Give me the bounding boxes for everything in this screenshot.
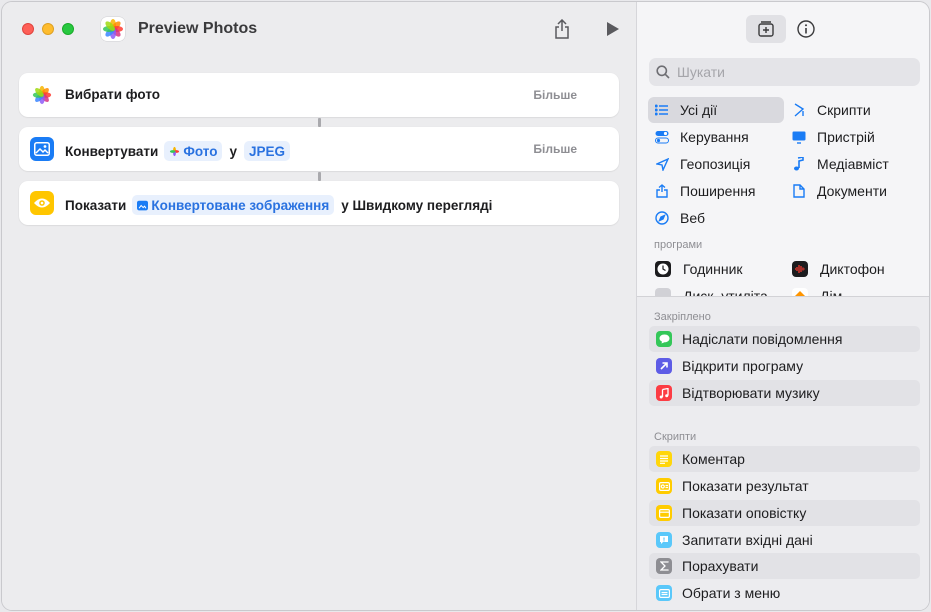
more-button[interactable]: Більше <box>533 88 577 102</box>
minimize-button[interactable] <box>42 23 54 35</box>
action-library-pane: Усі дії Скрипти Керування Пристрій Геопо… <box>636 2 929 610</box>
action-label: Конвертувати <box>65 143 159 159</box>
action-suffix: у Швидкому перегляді <box>341 197 493 213</box>
app-clock[interactable]: Годинник <box>648 257 743 281</box>
photos-icon <box>30 83 54 107</box>
app-home[interactable]: Дім <box>785 284 842 296</box>
scripting-icon <box>791 102 807 118</box>
music-icon <box>656 385 672 401</box>
compass-icon <box>654 210 670 226</box>
category-scripting[interactable]: Скрипти <box>785 97 925 123</box>
share-button[interactable] <box>551 18 573 40</box>
title-bar: Preview Photos <box>2 2 636 58</box>
action-quick-look[interactable]: Показати Конвертоване зображення у Швидк… <box>19 181 619 225</box>
photos-icon <box>170 146 180 156</box>
suggestions-list: Закріплено Надіслати повідомлення Відкри… <box>637 297 929 610</box>
window-title: Preview Photos <box>138 20 258 37</box>
photos-app-icon[interactable] <box>101 17 125 41</box>
display-icon <box>791 129 807 145</box>
alert-icon <box>656 505 672 521</box>
more-button[interactable]: Більше <box>533 142 577 156</box>
apps-section-label: програми <box>654 239 703 251</box>
library-add-icon <box>758 21 774 37</box>
action-send-message[interactable]: Надіслати повідомлення <box>649 326 920 352</box>
open-app-icon <box>656 358 672 374</box>
photos-variable-token[interactable]: Фото <box>164 141 223 161</box>
category-all-actions[interactable]: Усі дії <box>648 97 784 123</box>
app-disk-utility[interactable]: Диск. утиліта <box>648 284 768 296</box>
home-app-icon <box>792 288 808 296</box>
search-input[interactable] <box>677 63 907 81</box>
zoom-button[interactable] <box>62 23 74 35</box>
category-documents[interactable]: Документи <box>785 178 925 204</box>
action-library-button[interactable] <box>746 15 786 43</box>
connector-word: у <box>229 143 237 159</box>
disk-utility-app-icon <box>655 288 671 296</box>
sigma-icon <box>656 558 672 574</box>
category-location[interactable]: Геопозиція <box>648 151 784 177</box>
messages-icon <box>656 331 672 347</box>
action-choose-from-menu[interactable]: Обрати з меню <box>649 580 920 606</box>
close-button[interactable] <box>22 23 34 35</box>
action-comment[interactable]: Коментар <box>649 446 920 472</box>
action-connector <box>318 172 321 181</box>
action-open-app[interactable]: Відкрити програму <box>649 353 920 379</box>
image-icon <box>30 137 54 161</box>
eye-icon <box>30 191 54 215</box>
clock-app-icon <box>655 261 671 277</box>
show-result-icon <box>656 478 672 494</box>
info-icon <box>797 20 815 38</box>
format-token[interactable]: JPEG <box>243 141 291 161</box>
action-show-alert[interactable]: Показати оповістку <box>649 500 920 526</box>
action-label: Вибрати фото <box>65 87 161 102</box>
location-icon <box>654 156 670 172</box>
action-select-photos[interactable]: Вибрати фото Більше <box>19 73 619 117</box>
ask-input-icon <box>656 532 672 548</box>
search-field[interactable] <box>649 58 920 86</box>
converted-image-token[interactable]: Конвертоване зображення <box>132 195 335 215</box>
action-ask-for-input[interactable]: Запитати вхідні дані <box>649 527 920 553</box>
category-sharing[interactable]: Поширення <box>648 178 784 204</box>
action-connector <box>318 118 321 127</box>
apps-section: програми Годинник Диктофон Диск. утиліта… <box>637 234 929 296</box>
scripts-section-label: Скрипти <box>654 431 697 443</box>
action-play-music[interactable]: Відтворювати музику <box>649 380 920 406</box>
shortcuts-window: Preview Photos Вибрати фото Більше Конве… <box>1 1 930 611</box>
action-show-result[interactable]: Показати результат <box>649 473 920 499</box>
comment-icon <box>656 451 672 467</box>
pinned-section-label: Закріплено <box>654 311 711 323</box>
music-note-icon <box>791 156 807 172</box>
editor-pane: Preview Photos Вибрати фото Більше Конве… <box>2 2 636 610</box>
action-label: Показати <box>65 197 127 213</box>
action-convert-image[interactable]: Конвертувати Фото у JPEG Більше <box>19 127 619 171</box>
list-icon <box>654 102 670 118</box>
search-icon <box>656 65 670 79</box>
info-button[interactable] <box>796 19 816 39</box>
category-device[interactable]: Пристрій <box>785 124 925 150</box>
menu-icon <box>656 585 672 601</box>
voice-memos-app-icon <box>792 261 808 277</box>
share-icon <box>654 183 670 199</box>
document-icon <box>791 183 807 199</box>
play-icon <box>607 22 619 36</box>
image-icon <box>137 200 149 210</box>
category-web[interactable]: Веб <box>648 205 784 231</box>
app-voice-memos[interactable]: Диктофон <box>785 257 885 281</box>
category-controls[interactable]: Керування <box>648 124 784 150</box>
action-calculate[interactable]: Порахувати <box>649 553 920 579</box>
share-icon <box>555 19 569 39</box>
run-button[interactable] <box>602 18 624 40</box>
category-media[interactable]: Медіавміст <box>785 151 925 177</box>
toggle-icon <box>654 129 670 145</box>
